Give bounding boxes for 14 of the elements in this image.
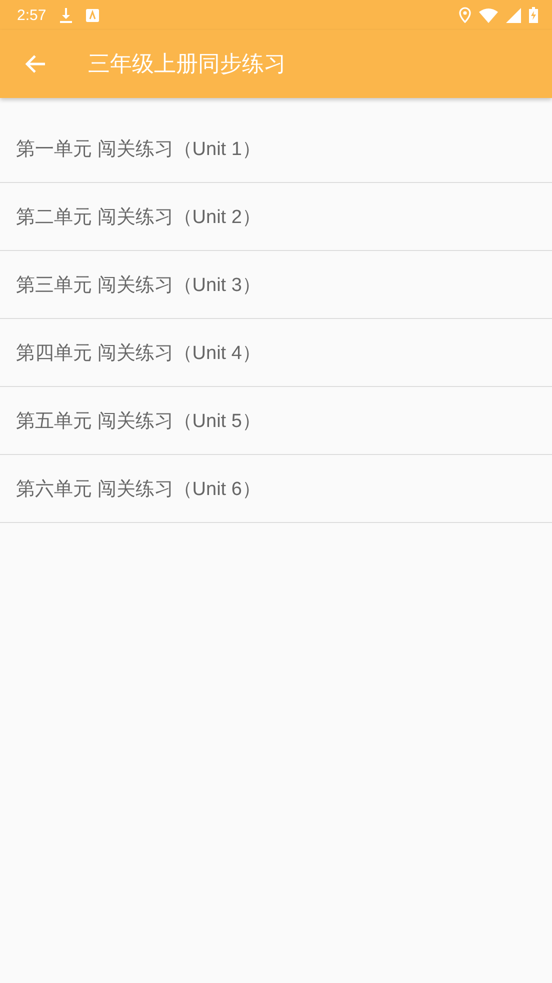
unit-item[interactable]: 第六单元 闯关练习（Unit 6） [0, 455, 552, 523]
unit-item[interactable]: 第一单元 闯关练习（Unit 1） [0, 115, 552, 183]
wifi-icon [479, 8, 498, 22]
battery-icon [529, 7, 538, 23]
unit-item[interactable]: 第二单元 闯关练习（Unit 2） [0, 183, 552, 251]
page-title: 三年级上册同步练习 [88, 50, 286, 78]
unit-item[interactable]: 第四单元 闯关练习（Unit 4） [0, 319, 552, 387]
unit-item[interactable]: 第三单元 闯关练习（Unit 3） [0, 251, 552, 319]
location-icon [459, 7, 471, 23]
clock-time: 2:57 [17, 6, 46, 24]
keyboard-icon [86, 8, 100, 22]
signal-icon [506, 8, 521, 22]
download-icon [59, 7, 74, 23]
unit-item[interactable]: 第五单元 闯关练习（Unit 5） [0, 387, 552, 455]
